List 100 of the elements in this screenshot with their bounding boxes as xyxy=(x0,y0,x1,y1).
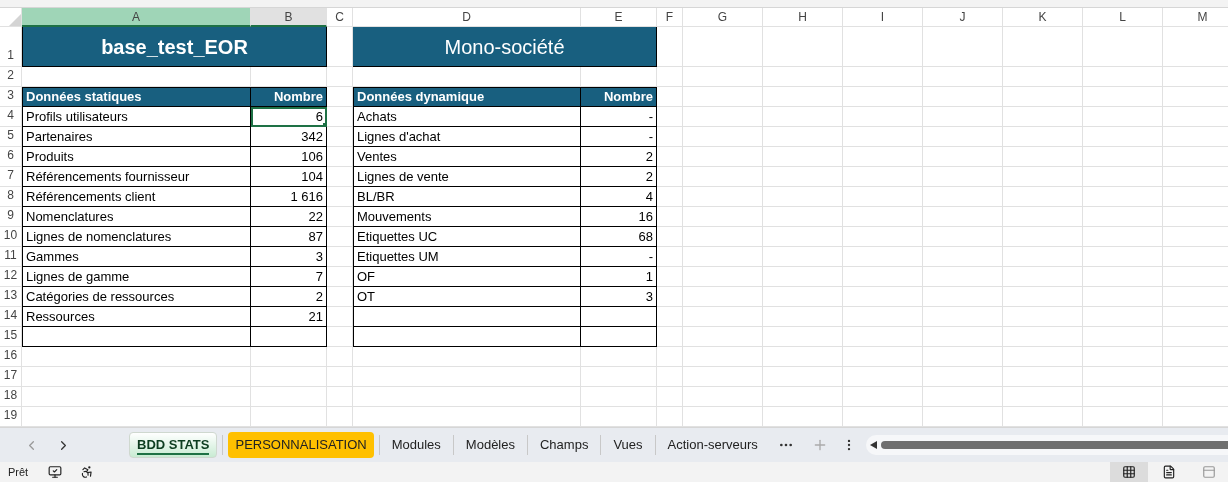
grid-cell[interactable] xyxy=(763,127,843,147)
table-cell[interactable]: Achats xyxy=(353,107,581,127)
table-cell[interactable] xyxy=(581,327,657,347)
grid-cell[interactable] xyxy=(763,87,843,107)
table-cell[interactable]: OF xyxy=(353,267,581,287)
table-cell[interactable] xyxy=(353,307,581,327)
grid-cell[interactable] xyxy=(657,387,683,407)
table-cell[interactable]: 87 xyxy=(251,227,327,247)
grid-cell[interactable] xyxy=(843,287,923,307)
row-header[interactable]: 9 xyxy=(0,207,22,227)
table-cell[interactable]: Ressources xyxy=(22,307,251,327)
table-cell[interactable] xyxy=(353,327,581,347)
row-header[interactable]: 14 xyxy=(0,307,22,327)
grid-cell[interactable] xyxy=(843,147,923,167)
grid-cell[interactable] xyxy=(763,207,843,227)
grid-cell[interactable] xyxy=(1003,127,1083,147)
grid-cell[interactable] xyxy=(581,367,657,387)
grid-cell[interactable] xyxy=(763,307,843,327)
table-cell[interactable]: Lignes d'achat xyxy=(353,127,581,147)
grid-cell[interactable] xyxy=(657,287,683,307)
table-cell[interactable]: Catégories de ressources xyxy=(22,287,251,307)
grid-cell[interactable] xyxy=(843,187,923,207)
grid-cell[interactable] xyxy=(683,27,763,67)
grid-cell[interactable] xyxy=(327,147,353,167)
table-cell[interactable]: 2 xyxy=(581,167,657,187)
table-cell[interactable]: 4 xyxy=(581,187,657,207)
grid-cell[interactable] xyxy=(1083,387,1163,407)
grid-cell[interactable] xyxy=(1003,307,1083,327)
grid-cell[interactable] xyxy=(923,387,1003,407)
table-cell[interactable] xyxy=(251,327,327,347)
grid-cell[interactable] xyxy=(657,247,683,267)
table-cell[interactable]: BL/BR xyxy=(353,187,581,207)
grid-cell[interactable] xyxy=(657,307,683,327)
grid-cell[interactable] xyxy=(327,247,353,267)
grid-cell[interactable] xyxy=(843,247,923,267)
grid-cell[interactable] xyxy=(327,227,353,247)
grid-cell[interactable] xyxy=(923,107,1003,127)
table-cell[interactable]: 7 xyxy=(251,267,327,287)
grid-cell[interactable] xyxy=(763,187,843,207)
table-cell[interactable]: - xyxy=(581,247,657,267)
grid-cell[interactable] xyxy=(353,347,581,367)
grid-cell[interactable] xyxy=(923,247,1003,267)
grid-cell[interactable] xyxy=(923,287,1003,307)
grid-cell[interactable] xyxy=(657,127,683,147)
grid-cell[interactable] xyxy=(843,27,923,67)
grid-cell[interactable] xyxy=(657,327,683,347)
grid-cell[interactable] xyxy=(251,387,327,407)
grid-cell[interactable] xyxy=(1003,247,1083,267)
grid-cell[interactable] xyxy=(327,207,353,227)
grid-cell[interactable] xyxy=(683,127,763,147)
grid-cell[interactable] xyxy=(683,87,763,107)
grid-cell[interactable] xyxy=(923,327,1003,347)
table-cell[interactable]: Gammes xyxy=(22,247,251,267)
grid-cell[interactable] xyxy=(683,367,763,387)
table-cell[interactable]: Référencements client xyxy=(22,187,251,207)
table-cell[interactable]: 3 xyxy=(251,247,327,267)
grid-cell[interactable] xyxy=(22,387,251,407)
grid-cell[interactable] xyxy=(683,67,763,87)
column-header[interactable]: A xyxy=(22,8,251,27)
grid-cell[interactable] xyxy=(327,127,353,147)
grid-cell[interactable] xyxy=(1003,187,1083,207)
grid-cell[interactable] xyxy=(353,387,581,407)
table-header-cell[interactable]: Nombre xyxy=(251,87,327,107)
column-header[interactable]: C xyxy=(327,8,353,27)
column-header[interactable]: D xyxy=(353,8,581,27)
grid-cell[interactable] xyxy=(763,387,843,407)
grid-cell[interactable] xyxy=(1003,267,1083,287)
column-header[interactable]: I xyxy=(843,8,923,27)
normal-view-button[interactable] xyxy=(1110,462,1148,482)
table-cell[interactable]: 21 xyxy=(251,307,327,327)
grid-cell[interactable] xyxy=(683,207,763,227)
row-header[interactable]: 8 xyxy=(0,187,22,207)
grid-cell[interactable] xyxy=(923,127,1003,147)
grid-cell[interactable] xyxy=(763,347,843,367)
grid-cell[interactable] xyxy=(327,287,353,307)
row-header[interactable]: 17 xyxy=(0,367,22,387)
grid-cell[interactable] xyxy=(923,347,1003,367)
grid-cell[interactable] xyxy=(763,367,843,387)
grid-cell[interactable] xyxy=(923,147,1003,167)
grid-cell[interactable] xyxy=(1083,307,1163,327)
grid-cell[interactable] xyxy=(763,107,843,127)
grid-cell[interactable] xyxy=(683,187,763,207)
scroll-left-icon[interactable] xyxy=(869,441,878,449)
grid-cell[interactable] xyxy=(657,367,683,387)
grid-cell[interactable] xyxy=(657,147,683,167)
table-cell[interactable]: 104 xyxy=(251,167,327,187)
grid-cell[interactable] xyxy=(1083,347,1163,367)
table-header-cell[interactable]: Nombre xyxy=(581,87,657,107)
grid-cell[interactable] xyxy=(843,107,923,127)
grid-cell[interactable] xyxy=(327,67,353,87)
grid-cell[interactable] xyxy=(1083,367,1163,387)
grid-cell[interactable] xyxy=(683,387,763,407)
grid-cell[interactable] xyxy=(683,167,763,187)
grid-cell[interactable] xyxy=(657,67,683,87)
row-header[interactable]: 5 xyxy=(0,127,22,147)
grid-cell[interactable] xyxy=(1083,107,1163,127)
table-cell[interactable]: Produits xyxy=(22,147,251,167)
row-header[interactable]: 19 xyxy=(0,407,22,427)
row-header[interactable]: 6 xyxy=(0,147,22,167)
grid-cell[interactable] xyxy=(843,367,923,387)
